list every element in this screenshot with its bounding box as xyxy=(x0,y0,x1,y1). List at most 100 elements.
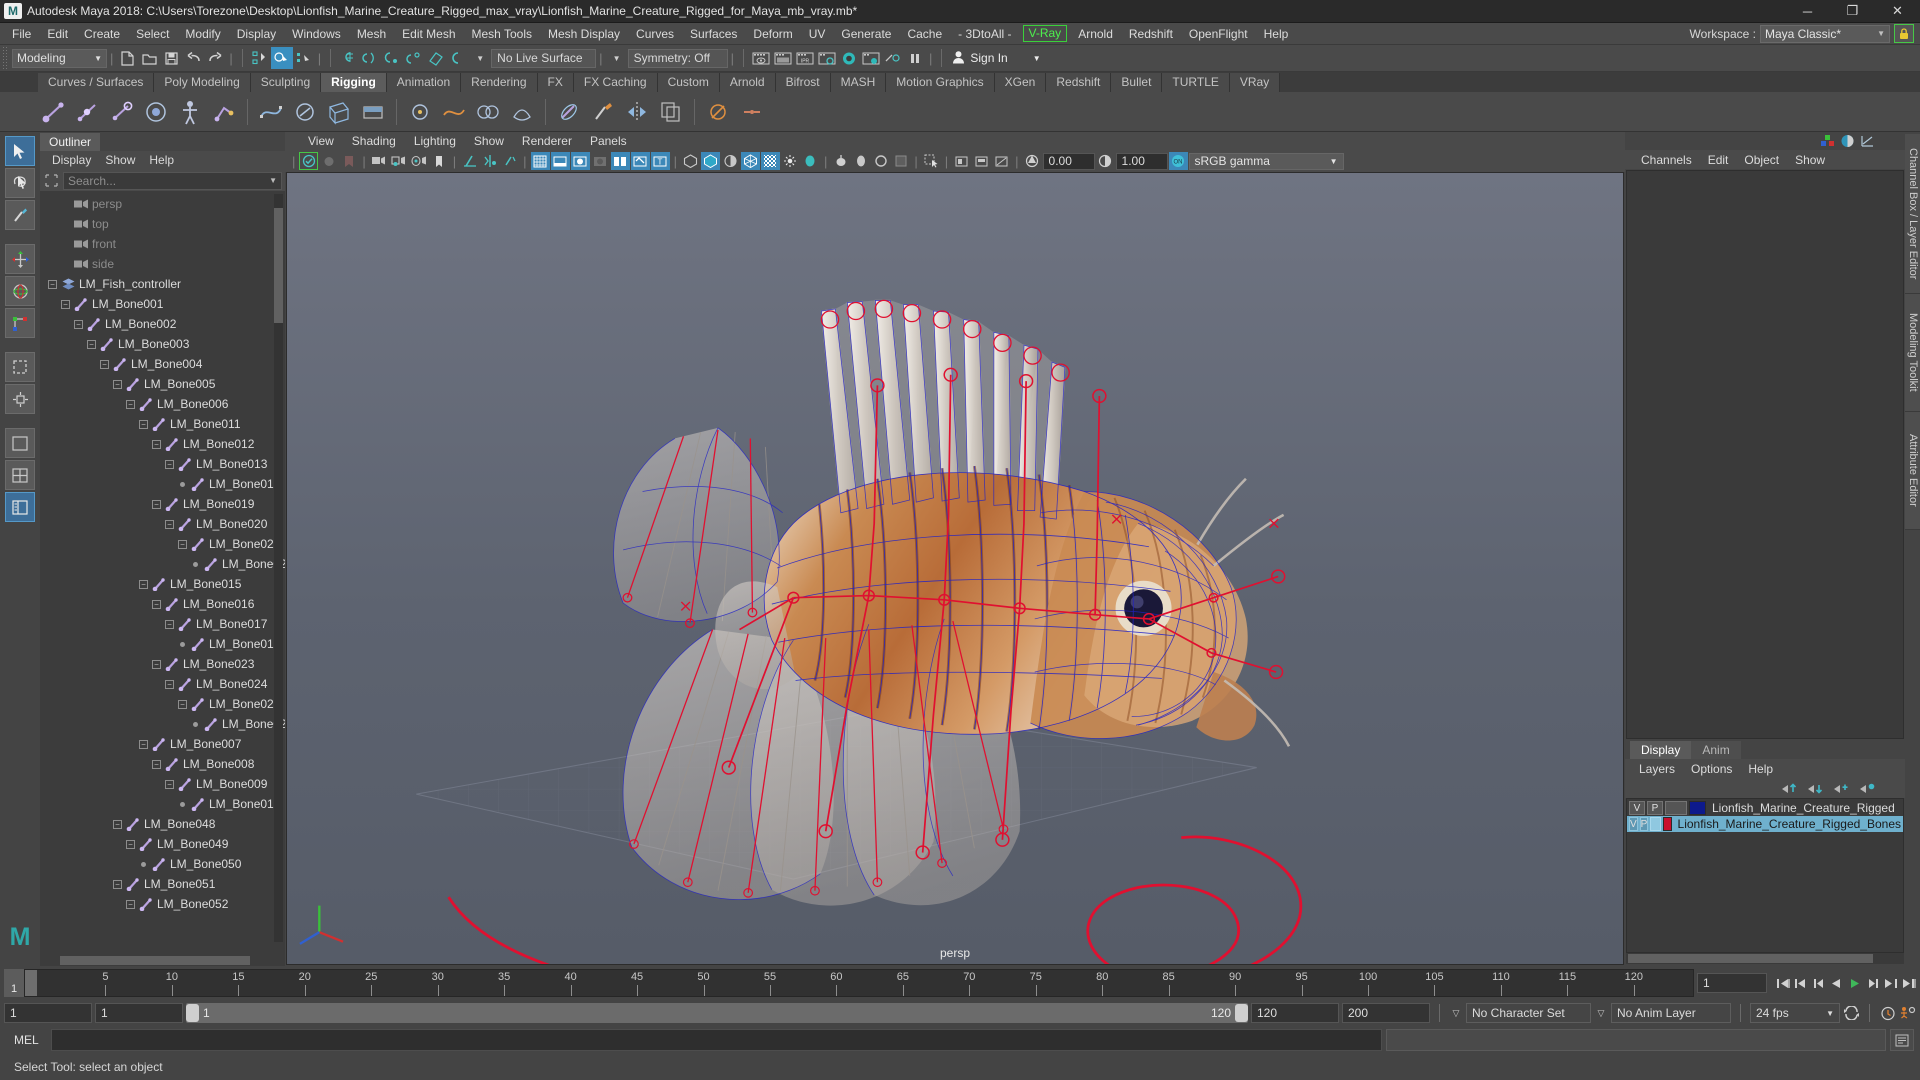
wrap-icon[interactable] xyxy=(506,96,538,128)
attribute-editor-icon[interactable] xyxy=(1839,133,1855,149)
range-right-handle[interactable] xyxy=(1235,1004,1248,1022)
character-set-menu-icon[interactable]: ▽ xyxy=(1449,1008,1463,1019)
menu-create[interactable]: Create xyxy=(76,23,128,45)
symmetry-field[interactable]: Symmetry: Off xyxy=(627,48,728,68)
depth-of-field-icon[interactable] xyxy=(831,152,850,170)
outliner-row[interactable]: − LM_Bone015 xyxy=(40,574,285,594)
outliner-row[interactable]: − LM_Bone012 xyxy=(40,434,285,454)
panel-a-icon[interactable] xyxy=(952,152,971,170)
layer-playback-toggle[interactable]: P xyxy=(1647,801,1663,815)
new-layer-icon[interactable] xyxy=(1832,781,1849,796)
isolate-select-icon[interactable] xyxy=(851,152,870,170)
outliner-row[interactable]: − LM_Bone048 xyxy=(40,814,285,834)
layer-playback-toggle[interactable]: P xyxy=(1639,817,1649,831)
step-forward-frame-icon[interactable] xyxy=(1864,974,1881,993)
shelf-tab-custom[interactable]: Custom xyxy=(657,73,720,92)
exposure-field[interactable]: 0.00 xyxy=(1042,152,1095,170)
workspace-select[interactable]: Maya Classic* ▼ xyxy=(1760,24,1890,43)
channel-menu-edit[interactable]: Edit xyxy=(1700,153,1737,167)
reroot-skeleton-icon[interactable] xyxy=(106,96,138,128)
loop-playback-icon[interactable] xyxy=(1843,1006,1860,1021)
new-scene-icon[interactable] xyxy=(116,47,138,69)
vtab-channel-box-layer-editor[interactable]: Channel Box / Layer Editor xyxy=(1905,134,1920,294)
outliner-search-input[interactable]: Search... ▼ xyxy=(63,171,282,190)
channel-box-content[interactable] xyxy=(1626,170,1904,739)
fps-select[interactable]: 24 fps ▼ xyxy=(1750,1003,1840,1023)
collapse-toggle-icon[interactable]: − xyxy=(152,499,161,509)
collapse-toggle-icon[interactable]: − xyxy=(178,699,187,709)
outliner-row[interactable]: − LM_Bone007 xyxy=(40,734,285,754)
outliner-menu-show[interactable]: Show xyxy=(99,151,141,170)
range-left-handle[interactable] xyxy=(186,1004,199,1022)
shelf-tab-sculpting[interactable]: Sculpting xyxy=(250,73,322,92)
select-camera-icon[interactable] xyxy=(299,152,319,170)
motion-blur-icon[interactable] xyxy=(781,152,800,170)
layout-four-icon[interactable] xyxy=(5,460,35,490)
menuset-select[interactable]: Modeling ▼ xyxy=(12,48,107,68)
mirror-weights-icon[interactable] xyxy=(621,96,653,128)
snap-to-point-icon[interactable] xyxy=(381,47,403,69)
collapse-toggle-icon[interactable]: − xyxy=(48,279,57,289)
layer-menu-help[interactable]: Help xyxy=(1740,762,1781,776)
graph-editor-icon[interactable] xyxy=(1859,133,1875,149)
outliner-row[interactable]: LM_Bone018 xyxy=(40,634,285,654)
channel-menu-channels[interactable]: Channels xyxy=(1633,153,1700,167)
outliner-horizontal-scrollbar[interactable] xyxy=(40,954,285,966)
render-current-frame-icon[interactable] xyxy=(750,47,772,69)
outliner-tree[interactable]: persp top front side − LM_Fish_controller − LM_… xyxy=(40,191,285,954)
xray-icon[interactable] xyxy=(530,152,550,170)
insert-joint-icon[interactable] xyxy=(72,96,104,128)
collapse-toggle-icon[interactable]: − xyxy=(165,519,174,529)
status-line-gripper[interactable] xyxy=(2,46,9,70)
screen-space-ao-icon[interactable] xyxy=(760,152,780,170)
outliner-row[interactable]: − LM_Bone051 xyxy=(40,874,285,894)
menu-file[interactable]: File xyxy=(4,23,39,45)
range-slider-bar[interactable]: 1 120 xyxy=(186,1003,1248,1023)
anim-layer-menu-icon[interactable]: ▽ xyxy=(1594,1008,1608,1019)
collapse-toggle-icon[interactable]: − xyxy=(165,619,174,629)
layout-outliner-icon[interactable] xyxy=(5,492,35,522)
bookmark-icon[interactable] xyxy=(339,152,358,170)
play-forwards-icon[interactable] xyxy=(1846,974,1863,993)
outliner-row[interactable]: − LM_Bone005 xyxy=(40,374,285,394)
shelf-tab-fx-caching[interactable]: FX Caching xyxy=(573,73,658,92)
resolution-gate-icon[interactable] xyxy=(500,152,519,170)
scrollbar-thumb[interactable] xyxy=(274,208,283,323)
scrollbar-thumb[interactable] xyxy=(1628,954,1873,963)
wire-deformer-icon[interactable] xyxy=(438,96,470,128)
animation-preferences-icon[interactable] xyxy=(1899,1006,1916,1021)
collapse-toggle-icon[interactable]: − xyxy=(152,759,161,769)
toggle-editors-icon[interactable] xyxy=(882,47,904,69)
outliner-row[interactable]: − LM_Bone001 xyxy=(40,294,285,314)
render-settings-icon[interactable] xyxy=(816,47,838,69)
shadows-icon[interactable] xyxy=(740,152,760,170)
shelf-tab-motion-graphics[interactable]: Motion Graphics xyxy=(886,73,995,92)
collapse-toggle-icon[interactable]: − xyxy=(100,359,109,369)
gamma-field[interactable]: 1.00 xyxy=(1115,152,1168,170)
outliner-row[interactable]: top xyxy=(40,214,285,234)
menu-deform[interactable]: Deform xyxy=(745,23,800,45)
workspace-lock-icon[interactable] xyxy=(1894,24,1914,43)
flat-shade-icon[interactable] xyxy=(630,152,650,170)
animation-start-field[interactable]: 1 xyxy=(95,1003,183,1023)
snap-to-grid-icon[interactable] xyxy=(337,47,359,69)
menu-mesh-display[interactable]: Mesh Display xyxy=(540,23,628,45)
shelf-tab-bullet[interactable]: Bullet xyxy=(1111,73,1163,92)
shelf-tab-arnold[interactable]: Arnold xyxy=(719,73,776,92)
smooth-skin-icon[interactable] xyxy=(553,96,585,128)
layer-color-swatch[interactable] xyxy=(1663,817,1672,831)
shelf-tab-animation[interactable]: Animation xyxy=(386,73,462,92)
outliner-row[interactable]: LM_Bone022 xyxy=(40,554,285,574)
collapse-toggle-icon[interactable]: − xyxy=(113,379,122,389)
shelf-tab-poly-modeling[interactable]: Poly Modeling xyxy=(154,73,251,92)
move-layer-down-icon[interactable] xyxy=(1806,781,1823,796)
layer-horizontal-scrollbar[interactable] xyxy=(1626,953,1904,964)
select-by-component-icon[interactable] xyxy=(293,47,315,69)
color-management-toggle-icon[interactable]: ON xyxy=(1168,152,1188,170)
bind-skin-icon[interactable] xyxy=(702,96,734,128)
outliner-menu-display[interactable]: Display xyxy=(46,151,97,170)
vtab-attribute-editor[interactable]: Attribute Editor xyxy=(1905,412,1920,530)
snap-to-view-plane-icon[interactable] xyxy=(425,47,447,69)
shelf-tab-bifrost[interactable]: Bifrost xyxy=(775,73,831,92)
menu-uv[interactable]: UV xyxy=(801,23,834,45)
